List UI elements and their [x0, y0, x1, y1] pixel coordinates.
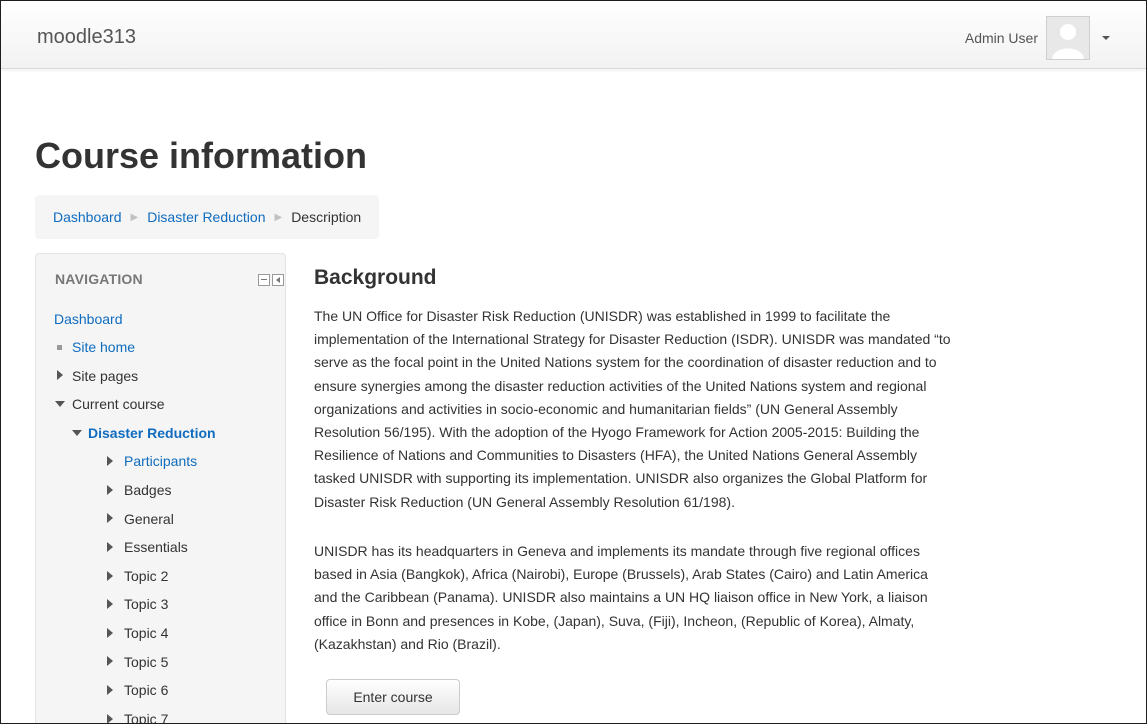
browser-frame: moodle313 Admin User Course information …: [0, 0, 1147, 724]
expand-arrow-icon[interactable]: [107, 571, 113, 581]
navigation-block-title: NAVIGATION: [55, 271, 143, 287]
text-line: serve as the focal point in the United N…: [314, 354, 937, 371]
text-line: ensure synergies among the disaster redu…: [314, 377, 927, 394]
collapse-arrow-icon[interactable]: [55, 401, 65, 407]
expand-arrow-icon[interactable]: [107, 542, 113, 552]
nav-item-dashboard[interactable]: Dashboard: [54, 310, 123, 328]
text-line: UNISDR has its headquarters in Geneva an…: [314, 543, 920, 559]
nav-item-essentials[interactable]: Essentials: [124, 538, 188, 556]
breadcrumb-course[interactable]: Disaster Reduction: [147, 209, 265, 225]
nav-item-topic-2[interactable]: Topic 2: [124, 567, 168, 585]
user-name[interactable]: Admin User: [965, 30, 1038, 46]
text-line: Resilience of Nations and Communities to…: [314, 447, 918, 464]
bullet-icon: [57, 345, 62, 350]
expand-arrow-icon[interactable]: [57, 370, 63, 380]
text-line: based in Asia (Bangkok), Africa (Nairobi…: [314, 566, 928, 583]
breadcrumb-separator-icon: ▶: [274, 211, 283, 223]
expand-arrow-icon[interactable]: [107, 456, 113, 466]
nav-item-topic-3[interactable]: Topic 3: [124, 595, 168, 613]
user-avatar-icon[interactable]: [1046, 16, 1090, 60]
nav-item-badges[interactable]: Badges: [124, 481, 171, 499]
text-line: implementation of the International Stra…: [314, 331, 951, 348]
expand-arrow-icon[interactable]: [107, 599, 113, 609]
section-heading: Background: [314, 266, 437, 289]
breadcrumb-current: Description: [291, 209, 362, 225]
nav-item-topic-7[interactable]: Topic 7: [124, 710, 168, 723]
text-line: (Kazakhstan) and Rio (Brazil).: [314, 635, 501, 652]
nav-item-site-pages[interactable]: Site pages: [72, 367, 138, 385]
user-menu-caret-icon[interactable]: [1102, 36, 1110, 40]
text-line: The UN Office for Disaster Risk Reductio…: [314, 308, 891, 324]
text-line: Disaster Risk Reduction (UN General Asse…: [314, 493, 735, 510]
course-summary-paragraph-1: The UN Office for Disaster Risk Reductio…: [314, 305, 1144, 514]
enter-course-button[interactable]: Enter course: [326, 679, 460, 715]
dock-block-icon[interactable]: [272, 274, 284, 286]
course-summary-paragraph-2: UNISDR has its headquarters in Geneva an…: [314, 540, 1144, 656]
nav-item-general[interactable]: General: [124, 510, 174, 528]
site-brand-link[interactable]: moodle313: [37, 26, 136, 49]
text-line: organizations and activities in socio-ec…: [314, 400, 898, 417]
nav-item-topic-5[interactable]: Topic 5: [124, 653, 168, 671]
breadcrumb: Dashboard ▶ Disaster Reduction ▶ Descrip…: [35, 195, 380, 239]
avatar-silhouette-icon: [1052, 24, 1084, 59]
navigation-block: NAVIGATION Dashboard Site home Site page…: [35, 253, 286, 723]
nav-item-participants[interactable]: Participants: [124, 452, 197, 470]
text-line: office in Bonn and presences in Kobe, (J…: [314, 612, 915, 629]
user-menu[interactable]: Admin User: [965, 14, 1110, 62]
nav-item-current-course[interactable]: Current course: [72, 395, 165, 413]
text-line: Resolution 56/195). With the adoption of…: [314, 424, 920, 441]
text-line: tasked UNISDR with supporting its implem…: [314, 470, 928, 487]
navigation-block-controls: [258, 274, 284, 286]
text-line: and the Caribbean (Panama). UNISDR also …: [314, 589, 928, 606]
nav-item-site-home[interactable]: Site home: [72, 338, 135, 356]
expand-arrow-icon[interactable]: [107, 685, 113, 695]
nav-item-disaster-reduction[interactable]: Disaster Reduction: [88, 424, 216, 442]
expand-arrow-icon[interactable]: [107, 513, 113, 523]
breadcrumb-dashboard[interactable]: Dashboard: [53, 209, 122, 225]
breadcrumb-separator-icon: ▶: [130, 211, 139, 223]
nav-item-topic-4[interactable]: Topic 4: [124, 624, 168, 642]
nav-item-topic-6[interactable]: Topic 6: [124, 681, 168, 699]
expand-arrow-icon[interactable]: [107, 656, 113, 666]
top-navbar: moodle313 Admin User: [1, 1, 1146, 69]
expand-arrow-icon[interactable]: [107, 628, 113, 638]
collapse-arrow-icon[interactable]: [72, 430, 82, 436]
expand-arrow-icon[interactable]: [107, 485, 113, 495]
collapse-block-icon[interactable]: [258, 274, 270, 286]
page-title: Course information: [35, 135, 368, 176]
expand-arrow-icon[interactable]: [107, 714, 113, 723]
